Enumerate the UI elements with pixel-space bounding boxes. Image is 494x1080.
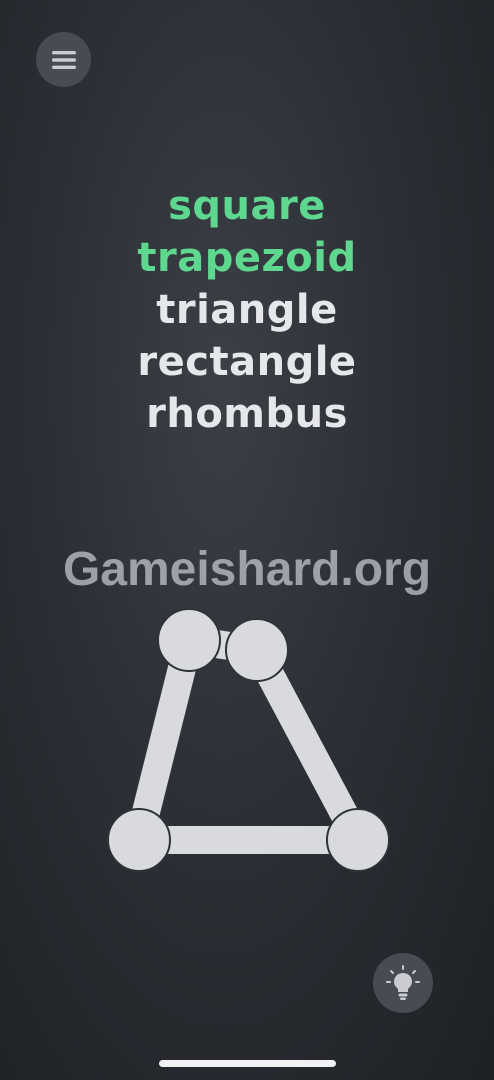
hint-button[interactable] bbox=[373, 953, 433, 1013]
lightbulb-icon bbox=[386, 965, 420, 1000]
puzzle-board bbox=[107, 608, 390, 872]
puzzle-edge[interactable] bbox=[244, 643, 371, 847]
puzzle-node[interactable] bbox=[225, 618, 289, 682]
puzzle-node[interactable] bbox=[107, 808, 171, 872]
puzzle-node[interactable] bbox=[157, 608, 221, 672]
puzzle-node[interactable] bbox=[326, 808, 390, 872]
home-indicator bbox=[159, 1060, 336, 1067]
